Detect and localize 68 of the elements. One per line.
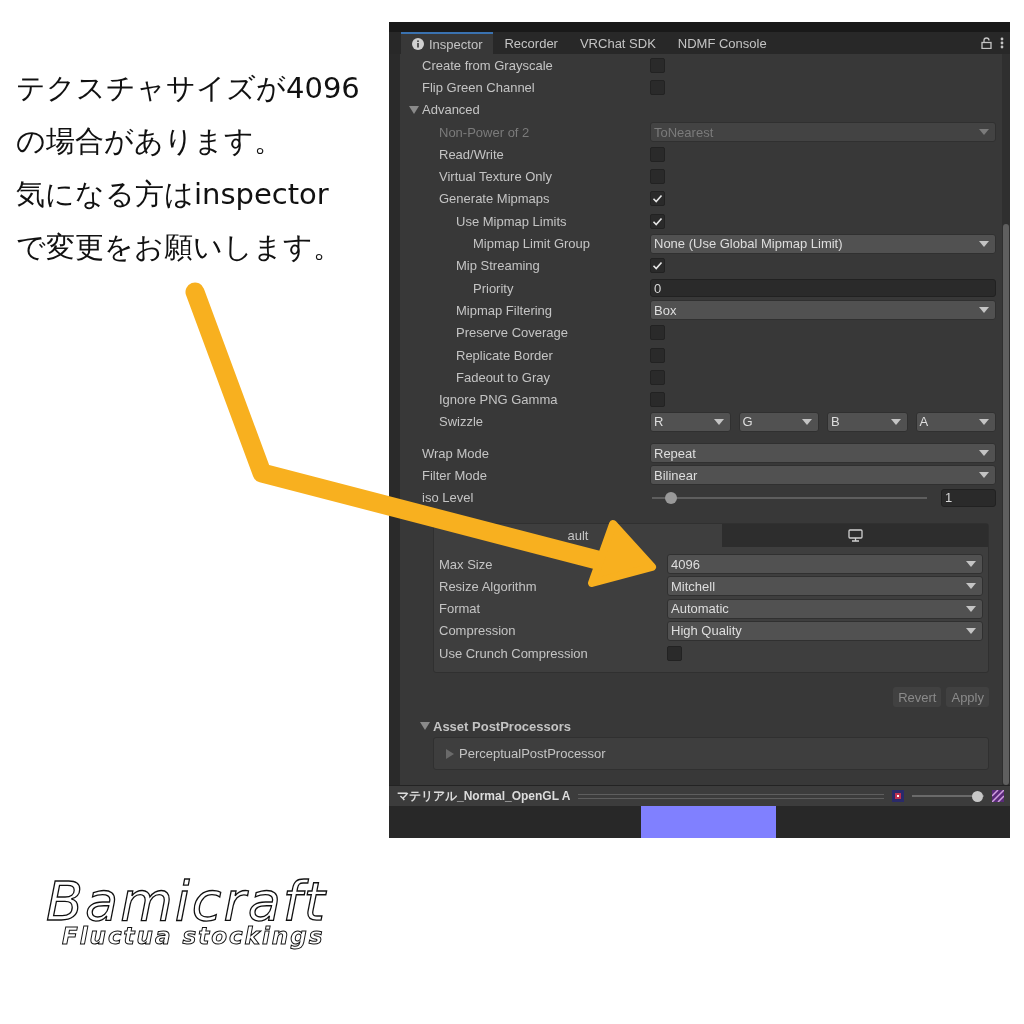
field-label: Compression [439, 623, 516, 639]
dropdown[interactable]: R [650, 411, 731, 432]
info-icon [412, 38, 424, 50]
check-icon [652, 193, 663, 205]
field-label: Generate Mipmaps [439, 191, 550, 207]
field-label: Format [439, 601, 481, 617]
tab[interactable]: NDMF Console [666, 32, 778, 54]
dropdown[interactable]: G [738, 411, 819, 432]
field-label: Resize Algorithm [439, 578, 537, 594]
checkbox[interactable] [667, 645, 682, 661]
field-label: Filter Mode [422, 468, 488, 483]
field-label: Flip Green Channel [422, 79, 535, 95]
field-label: Preserve Coverage [456, 325, 568, 341]
preview-title: マテリアル_Normal_OpenGL A [397, 787, 571, 805]
check-icon [652, 215, 663, 227]
tab[interactable]: VRChat SDK [568, 32, 667, 54]
checkbox[interactable] [650, 213, 665, 229]
field-label: Mip Streaming [456, 258, 540, 274]
field-label: Advanced [422, 102, 480, 118]
dropdown[interactable]: Bilinear [650, 465, 996, 486]
dropdown[interactable]: None (Use Global Mipmap Limit) [650, 233, 996, 254]
checker-icon[interactable] [892, 790, 904, 802]
number-field[interactable]: 1 [941, 488, 996, 507]
dropdown[interactable]: Automatic [667, 598, 983, 619]
tab[interactable]: Inspector [401, 32, 494, 54]
dropdown[interactable]: Repeat [650, 443, 996, 464]
field-label: Virtual Texture Only [439, 169, 552, 185]
dropdown[interactable]: 4096 [667, 554, 983, 575]
field-label: Use Crunch Compression [439, 645, 588, 661]
section-title: Asset PostProcessors [433, 718, 571, 734]
check-icon [652, 260, 663, 272]
field-label: Wrap Mode [422, 445, 489, 461]
field-label: Swizzle [439, 414, 484, 430]
annotation-text: で変更をお願いします。 [16, 229, 343, 266]
annotation-text: 気になる方はinspector [16, 176, 330, 213]
field-label: Priority [473, 280, 514, 296]
field-label: iso Level [422, 490, 474, 506]
field-label: Read/Write [439, 146, 504, 162]
dropdown[interactable]: Box [650, 300, 996, 321]
annotation-text: テクスチャサイズが4096 [16, 70, 360, 107]
dropdown[interactable]: A [915, 411, 996, 432]
slider-thumb[interactable] [972, 790, 983, 802]
dropdown[interactable]: B [827, 411, 908, 432]
field-label: Mipmap Limit Group [473, 236, 591, 251]
field-label: Non-Power of 2 [439, 124, 530, 140]
field-label: Replicate Border [456, 347, 553, 363]
checkbox[interactable] [650, 258, 665, 274]
annotation-text: の場合があります。 [16, 123, 284, 160]
input-field[interactable]: 0 [650, 279, 996, 298]
foldout-arrow-icon[interactable] [409, 105, 419, 114]
tab[interactable]: Recorder [493, 32, 569, 54]
field-label: Mipmap Filtering [456, 302, 553, 318]
field-label: Ignore PNG Gamma [439, 392, 558, 408]
field-label: Create from Grayscale [422, 57, 553, 73]
field-label: Use Mipmap Limits [456, 213, 567, 229]
checker-icon[interactable] [992, 790, 1004, 802]
dropdown[interactable]: Mitchell [667, 576, 983, 597]
foldout-arrow-icon[interactable] [420, 722, 430, 731]
lock-icon[interactable] [981, 37, 992, 49]
field-label: Max Size [439, 556, 493, 572]
checkbox[interactable] [650, 191, 665, 207]
foldout-arrow-icon[interactable] [446, 748, 454, 759]
more-options-icon[interactable] [1000, 37, 1004, 49]
dropdown[interactable]: High Quality [667, 620, 983, 641]
list-item[interactable]: PerceptualPostProcessor [459, 746, 606, 762]
field-label: Fadeout to Gray [456, 369, 550, 385]
monitor-icon [847, 528, 863, 542]
slider-thumb[interactable] [665, 491, 678, 504]
